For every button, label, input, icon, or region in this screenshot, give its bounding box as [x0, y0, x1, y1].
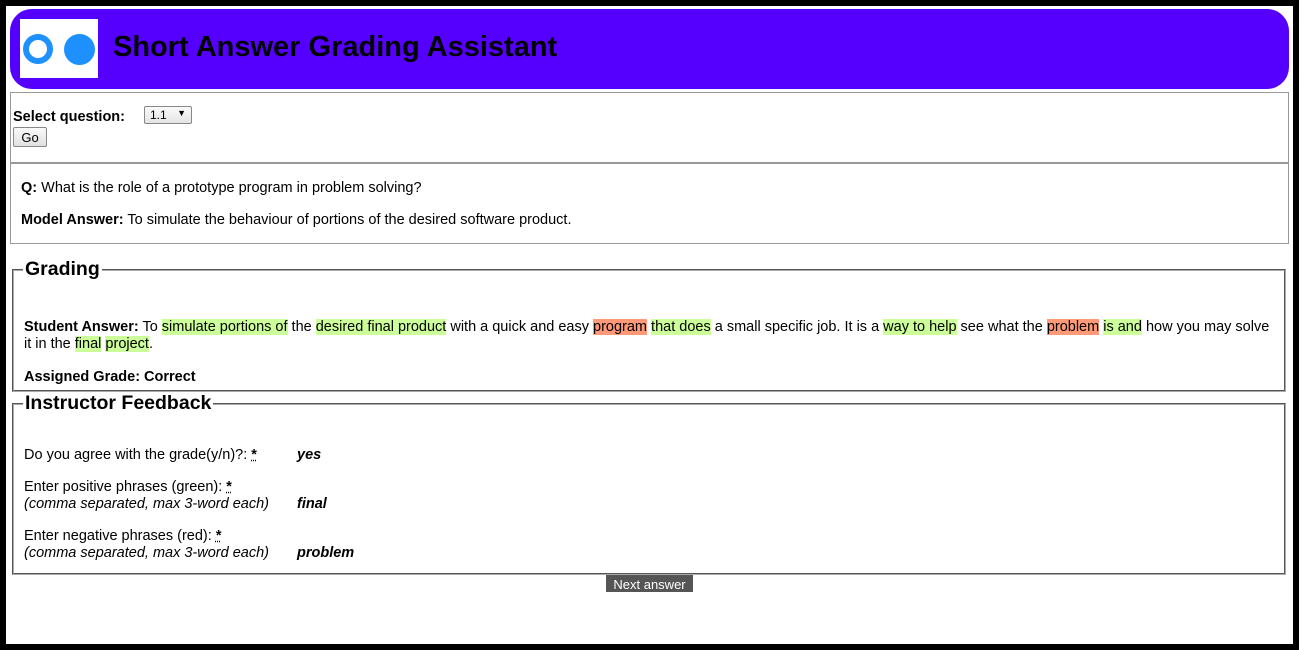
- student-answer-text: To simulate portions of the desired fina…: [24, 319, 1269, 352]
- app-title: Short Answer Grading Assistant: [113, 31, 558, 63]
- positive-row: Enter positive phrases (green): * (comma…: [24, 479, 269, 513]
- question-panel: Q: What is the role of a prototype progr…: [10, 163, 1289, 244]
- answer-text-segment: with a quick and easy: [446, 319, 594, 335]
- negative-phrase: problem: [1046, 319, 1100, 335]
- question-select-value: 1.1: [150, 108, 167, 122]
- question-select-row: Select question: 1.1 ▼: [13, 106, 192, 125]
- question-text: What is the role of a prototype program …: [41, 180, 422, 196]
- required-marker: *: [226, 479, 232, 495]
- positive-phrase: way to help: [883, 319, 957, 335]
- model-answer-label: Model Answer:: [21, 212, 124, 228]
- student-answer: Student Answer: To simulate portions of …: [24, 319, 1278, 353]
- positive-phrase: project: [105, 336, 149, 352]
- agree-value[interactable]: yes: [297, 447, 321, 463]
- assigned-grade: Assigned Grade: Correct: [24, 369, 196, 385]
- negative-hint: (comma separated, max 3-word each): [24, 545, 269, 561]
- agree-label: Do you agree with the grade(y/n)?: *: [24, 447, 257, 464]
- positive-value[interactable]: final: [297, 496, 327, 512]
- logo: [20, 19, 98, 78]
- grading-legend: Grading: [25, 258, 100, 280]
- positive-label-text: Enter positive phrases (green):: [24, 479, 227, 495]
- go-button[interactable]: Go: [13, 127, 47, 147]
- model-answer-line: Model Answer: To simulate the behaviour …: [21, 212, 572, 228]
- question-select-panel: Select question: 1.1 ▼ Go: [10, 92, 1289, 163]
- negative-row: Enter negative phrases (red): * (comma s…: [24, 528, 269, 562]
- negative-label-text: Enter negative phrases (red):: [24, 528, 216, 544]
- app-frame: Short Answer Grading Assistant Select qu…: [6, 6, 1293, 644]
- answer-text-segment: a small specific job. It is a: [710, 319, 884, 335]
- question-select[interactable]: 1.1 ▼: [144, 106, 192, 124]
- positive-phrase: is and: [1103, 319, 1142, 335]
- instructor-feedback-section: Instructor Feedback Do you agree with th…: [12, 392, 1286, 575]
- positive-label: Enter positive phrases (green): *: [24, 479, 269, 496]
- agree-row: Do you agree with the grade(y/n)?: *: [24, 447, 257, 464]
- feedback-legend: Instructor Feedback: [25, 392, 212, 414]
- grading-section: Grading Student Answer: To simulate port…: [12, 258, 1286, 392]
- required-marker: *: [215, 528, 222, 544]
- negative-label: Enter negative phrases (red): *: [24, 528, 269, 545]
- question-line: Q: What is the role of a prototype progr…: [21, 180, 422, 196]
- required-marker: *: [251, 447, 257, 463]
- positive-phrase: simulate portions of: [161, 319, 288, 335]
- positive-phrase: that does: [651, 319, 711, 335]
- logo-dot-icon: [64, 34, 95, 65]
- positive-phrase: final: [74, 336, 102, 352]
- student-answer-label: Student Answer:: [24, 319, 139, 335]
- answer-text-segment: see what the: [956, 319, 1047, 335]
- dropdown-arrow-icon: ▼: [177, 108, 186, 118]
- negative-phrase: program: [593, 319, 648, 335]
- app-header: Short Answer Grading Assistant: [10, 9, 1289, 89]
- model-answer-text: To simulate the behaviour of portions of…: [127, 212, 572, 228]
- answer-text-segment: .: [148, 336, 153, 352]
- logo-ring-icon: [23, 34, 53, 64]
- next-answer-button[interactable]: Next answer: [606, 575, 693, 592]
- select-question-label: Select question:: [13, 109, 125, 125]
- negative-value[interactable]: problem: [297, 545, 354, 561]
- question-label: Q:: [21, 180, 38, 196]
- answer-text-segment: To: [138, 319, 162, 335]
- agree-label-text: Do you agree with the grade(y/n)?:: [24, 447, 252, 463]
- positive-phrase: desired final product: [315, 319, 447, 335]
- positive-hint: (comma separated, max 3-word each): [24, 496, 269, 512]
- answer-text-segment: the: [287, 319, 316, 335]
